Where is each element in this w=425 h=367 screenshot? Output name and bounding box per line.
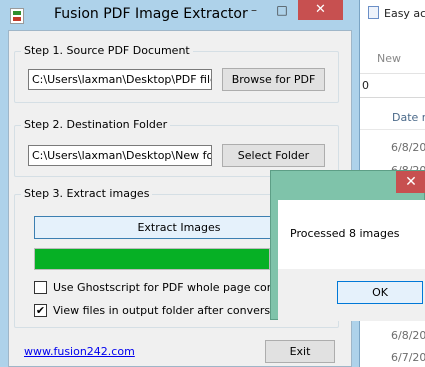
new-group-label: New xyxy=(377,52,401,65)
ok-button[interactable]: OK xyxy=(337,281,423,304)
extraction-progress-bar xyxy=(34,248,270,270)
browse-pdf-button[interactable]: Browse for PDF xyxy=(222,68,325,91)
step3-label: Step 3. Extract images xyxy=(21,187,153,200)
select-folder-button[interactable]: Select Folder xyxy=(222,144,325,167)
dialog-close-button[interactable]: ✕ xyxy=(396,171,425,193)
date-modified-column-header[interactable]: Date m xyxy=(360,106,425,130)
easy-access-icon xyxy=(368,6,379,19)
file-date: 6/7/20 xyxy=(391,351,425,364)
view-files-checkbox[interactable]: ✔ xyxy=(34,304,47,317)
progress-fill xyxy=(35,249,269,269)
app-icon xyxy=(10,8,24,24)
maximize-button[interactable]: □ xyxy=(268,0,296,20)
minimize-button[interactable]: – xyxy=(240,0,268,20)
file-date: 6/8/20 xyxy=(391,141,425,154)
close-button[interactable]: ✕ xyxy=(298,0,343,20)
source-pdf-path-input[interactable]: C:\Users\laxman\Desktop\PDF files\1 xyxy=(28,69,212,90)
website-link[interactable]: www.fusion242.com xyxy=(24,345,135,358)
easy-access-button[interactable]: Easy acc xyxy=(368,6,425,20)
window-title: Fusion PDF Image Extractor xyxy=(54,6,248,22)
step1-label: Step 1. Source PDF Document xyxy=(21,44,193,57)
ghostscript-checkbox[interactable] xyxy=(34,281,47,294)
dialog-body: Processed 8 images xyxy=(278,200,425,269)
exit-button[interactable]: Exit xyxy=(265,340,335,363)
file-date: 6/8/20 xyxy=(391,329,425,342)
view-files-option-label: View files in output folder after conver… xyxy=(53,304,293,317)
title-bar[interactable]: Fusion PDF Image Extractor – □ ✕ xyxy=(0,0,360,30)
dialog-message: Processed 8 images xyxy=(290,227,400,240)
message-dialog: ✕ Processed 8 images OK xyxy=(270,170,425,321)
step2-label: Step 2. Destination Folder xyxy=(21,118,171,131)
explorer-address-bar[interactable]: 0 xyxy=(360,74,425,98)
destination-folder-input[interactable]: C:\Users\laxman\Desktop\New folde xyxy=(28,145,212,166)
explorer-ribbon: Easy acc New xyxy=(360,0,425,74)
